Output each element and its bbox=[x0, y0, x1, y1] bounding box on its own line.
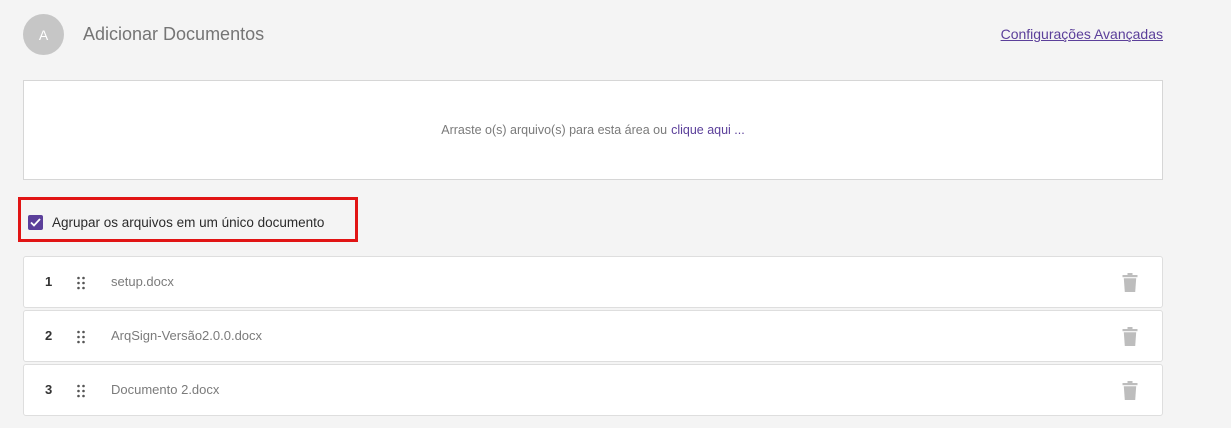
trash-icon[interactable] bbox=[1122, 273, 1138, 292]
drag-handle-icon[interactable] bbox=[77, 276, 85, 290]
advanced-settings-link[interactable]: Configurações Avançadas bbox=[1001, 26, 1163, 42]
file-index: 3 bbox=[45, 382, 53, 397]
file-row: 3 Documento 2.docx bbox=[23, 364, 1163, 416]
file-row: 1 setup.docx bbox=[23, 256, 1163, 308]
group-files-option[interactable]: Agrupar os arquivos em um único document… bbox=[28, 215, 324, 230]
file-index: 2 bbox=[45, 328, 53, 343]
check-icon bbox=[30, 218, 41, 227]
file-index: 1 bbox=[45, 274, 53, 289]
page-title: Adicionar Documentos bbox=[83, 24, 265, 44]
page-header: A Adicionar Documentos Configurações Ava… bbox=[23, 14, 1163, 56]
file-name: Documento 2.docx bbox=[111, 382, 220, 397]
file-name: setup.docx bbox=[111, 274, 174, 289]
file-name: ArqSign-Versão2.0.0.docx bbox=[111, 328, 263, 343]
group-files-label: Agrupar os arquivos em um único document… bbox=[52, 215, 325, 230]
trash-icon[interactable] bbox=[1122, 381, 1138, 400]
file-dropzone[interactable]: Arraste o(s) arquivo(s) para esta área o… bbox=[23, 80, 1163, 180]
trash-icon[interactable] bbox=[1122, 327, 1138, 346]
drag-handle-icon[interactable] bbox=[77, 330, 85, 344]
group-files-checkbox[interactable] bbox=[28, 215, 43, 230]
step-avatar: A bbox=[23, 14, 64, 55]
avatar-letter: A bbox=[38, 26, 49, 43]
dropzone-click-link[interactable]: clique aqui ... bbox=[671, 123, 745, 137]
drag-handle-icon[interactable] bbox=[77, 384, 85, 398]
file-row: 2 ArqSign-Versão2.0.0.docx bbox=[23, 310, 1163, 362]
dropzone-text: Arraste o(s) arquivo(s) para esta área o… bbox=[441, 123, 668, 137]
file-list: 1 setup.docx 2 ArqSign-Versão2.0.0.docx … bbox=[23, 256, 1163, 418]
